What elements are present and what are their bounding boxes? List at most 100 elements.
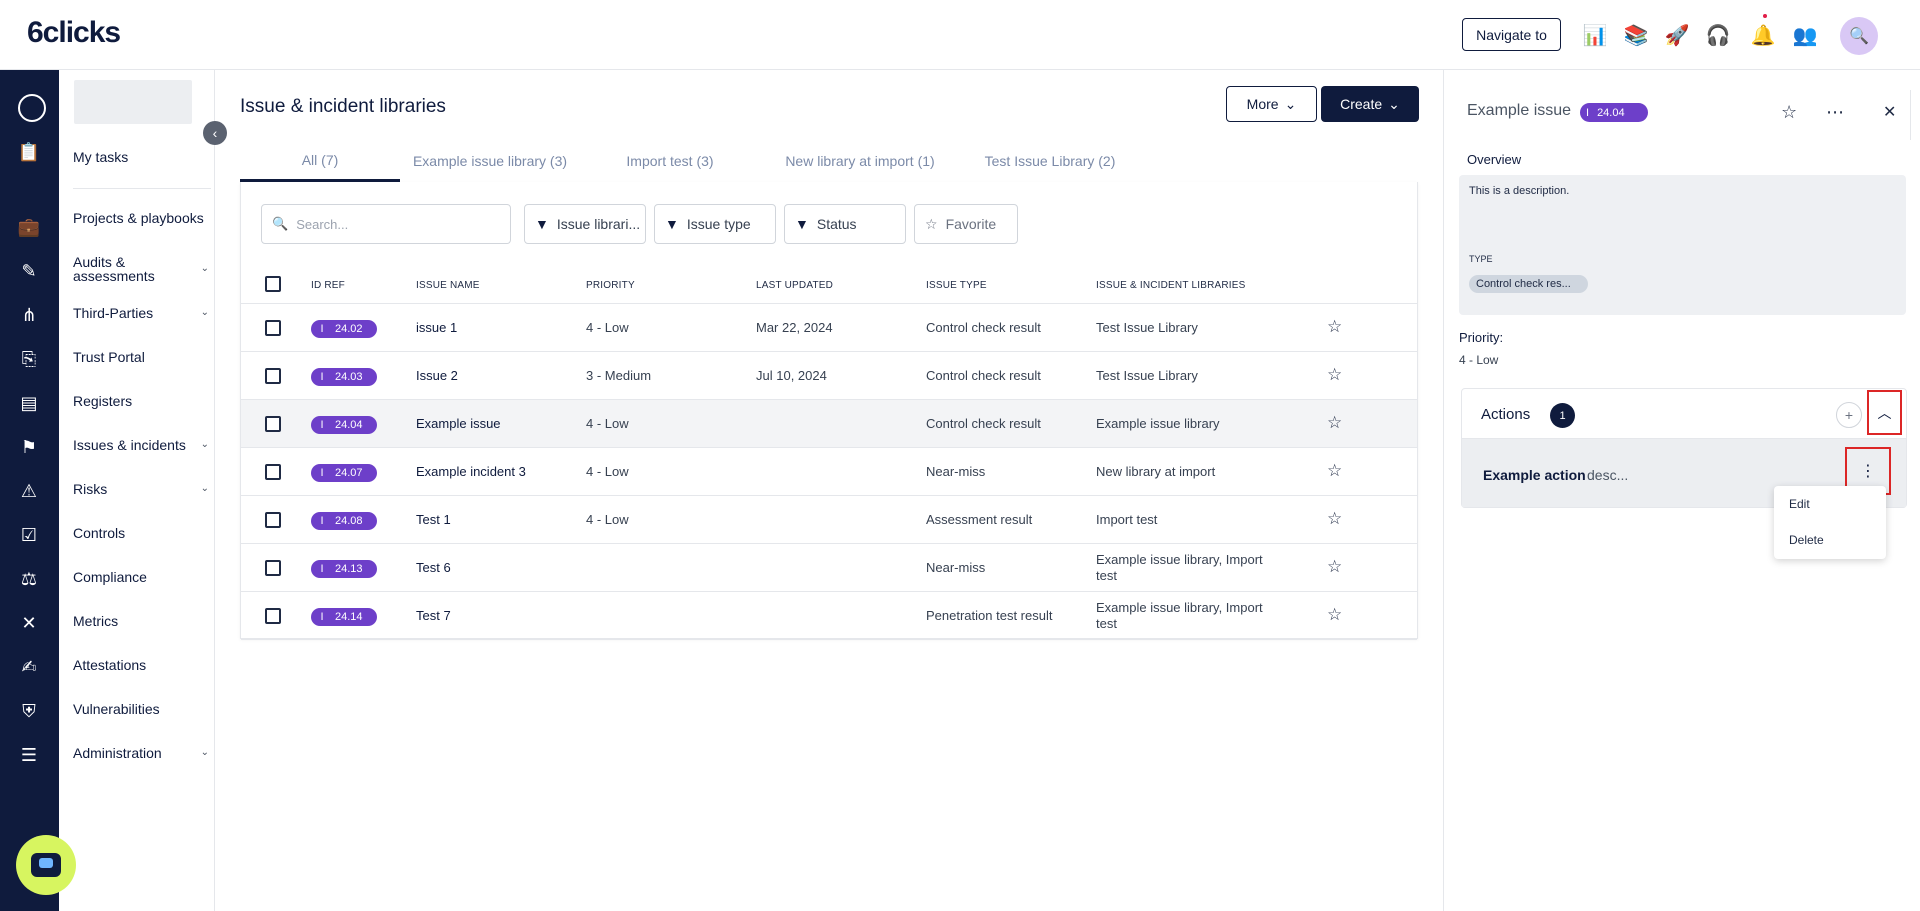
chart-icon[interactable]: 📊 <box>1582 22 1608 48</box>
tab-new-library-at-import[interactable]: New library at import (1) <box>775 140 945 182</box>
table-row[interactable]: I 24.04 Example issue 4 - Low Control che… <box>241 400 1417 448</box>
column-last-updated[interactable]: LAST UPDATED <box>756 280 833 291</box>
table-row[interactable]: I 24.14 Test 7 Penetration test result Ex… <box>241 592 1417 640</box>
issue-name[interactable]: Example issue <box>416 416 501 432</box>
clipboard-icon[interactable]: 📋 <box>16 139 42 165</box>
favorite-star-icon[interactable]: ☆ <box>1327 317 1342 337</box>
select-all-checkbox[interactable] <box>265 276 281 292</box>
library-icon[interactable]: 📚 <box>1623 22 1649 48</box>
table-row[interactable]: I 24.03 Issue 2 3 - Medium Jul 10, 2024 C… <box>241 352 1417 400</box>
app-logo[interactable]: 6clicks <box>27 16 121 50</box>
attestation-icon[interactable]: ✍ <box>16 654 42 680</box>
sidebar-item-projects[interactable]: Projects & playbooks <box>73 211 213 225</box>
tab-test-issue-library[interactable]: Test Issue Library (2) <box>975 140 1125 182</box>
control-icon[interactable]: ☑ <box>16 522 42 548</box>
kebab-menu-icon: ⋮ <box>1860 463 1876 480</box>
navigate-to-button[interactable]: Navigate to <box>1462 18 1561 51</box>
library-tabs: All (7) Example issue library (3) Import… <box>240 140 1418 182</box>
avatar[interactable]: 🔍 <box>1840 17 1878 55</box>
issue-name[interactable]: Test 1 <box>416 512 451 528</box>
edit-icon[interactable]: ✎ <box>16 258 42 284</box>
favorite-filter-button[interactable]: ☆ Favorite <box>914 204 1018 244</box>
row-checkbox[interactable] <box>265 464 281 480</box>
favorite-star-icon[interactable]: ☆ <box>1327 557 1342 577</box>
sidebar-item-third-parties[interactable]: Third-Parties ⌄ <box>73 306 213 320</box>
filter-issue-libraries[interactable]: ▼ Issue librari... <box>524 204 646 244</box>
briefcase-icon[interactable]: 💼 <box>16 214 42 240</box>
bell-icon[interactable]: 🔔 <box>1750 22 1776 48</box>
row-checkbox[interactable] <box>265 512 281 528</box>
table-row[interactable]: I 24.07 Example incident 3 4 - Low Near-m… <box>241 448 1417 496</box>
issue-type: Control check result <box>926 368 1041 383</box>
issue-name[interactable]: Example incident 3 <box>416 464 526 480</box>
actions-header: Actions 1 + ︿ <box>1462 389 1906 439</box>
column-priority[interactable]: PRIORITY <box>586 280 635 291</box>
collapse-actions-button[interactable]: ︿ <box>1867 390 1902 435</box>
column-id-ref[interactable]: ID REF <box>311 280 345 291</box>
sidebar-item-trust-portal[interactable]: Trust Portal <box>73 350 213 364</box>
favorite-star-icon[interactable]: ☆ <box>1327 413 1342 433</box>
tab-all[interactable]: All (7) <box>240 140 400 182</box>
create-button[interactable]: Create ⌄ <box>1321 86 1419 122</box>
more-options-icon[interactable]: ⋯ <box>1826 102 1844 123</box>
column-issue-name[interactable]: ISSUE NAME <box>416 280 480 291</box>
row-checkbox[interactable] <box>265 368 281 384</box>
users-settings-icon[interactable]: 👥 <box>1792 22 1818 48</box>
favorite-star-icon[interactable]: ☆ <box>1327 365 1342 385</box>
shield-icon[interactable]: ⛨ <box>16 698 42 724</box>
issue-name[interactable]: Issue 2 <box>416 368 458 384</box>
row-checkbox[interactable] <box>265 608 281 624</box>
support-icon[interactable]: 🎧 <box>1705 22 1731 48</box>
register-icon[interactable]: ▤ <box>16 390 42 416</box>
metrics-icon[interactable]: ✕ <box>16 610 42 636</box>
favorite-star-icon[interactable]: ☆ <box>1327 605 1342 625</box>
row-checkbox[interactable] <box>265 416 281 432</box>
sidebar-item-vulnerabilities[interactable]: Vulnerabilities <box>73 702 213 716</box>
issue-name[interactable]: issue 1 <box>416 320 457 336</box>
row-checkbox[interactable] <box>265 560 281 576</box>
portal-icon[interactable]: ⎘ <box>16 346 42 372</box>
issue-icon[interactable]: ⚑ <box>16 434 42 460</box>
menu-item-delete[interactable]: Delete <box>1789 533 1824 547</box>
sidebar-item-risks[interactable]: Risks ⌄ <box>73 482 213 496</box>
sidebar-item-administration[interactable]: Administration ⌄ <box>73 746 213 760</box>
sliders-icon[interactable]: ☰ <box>16 742 42 768</box>
more-button[interactable]: More ⌄ <box>1226 86 1317 122</box>
sidebar-item-compliance[interactable]: Compliance <box>73 570 213 584</box>
collapse-sidebar-button[interactable]: ‹ <box>203 121 227 145</box>
close-icon[interactable]: ✕ <box>1883 102 1896 122</box>
table-row[interactable]: I 24.13 Test 6 Near-miss Example issue li… <box>241 544 1417 592</box>
add-action-button[interactable]: + <box>1836 402 1862 428</box>
chevron-down-icon: ⌄ <box>200 307 209 318</box>
network-icon[interactable]: ⋔ <box>16 302 42 328</box>
tab-import-test[interactable]: Import test (3) <box>610 140 730 182</box>
user-circle-icon[interactable] <box>18 94 46 122</box>
filter-status[interactable]: ▼ Status <box>784 204 906 244</box>
issue-name[interactable]: Test 6 <box>416 560 451 576</box>
column-libraries[interactable]: ISSUE & INCIDENT LIBRARIES <box>1096 280 1246 291</box>
favorite-star-icon[interactable]: ☆ <box>1327 461 1342 481</box>
compliance-icon[interactable]: ⚖ <box>16 566 42 592</box>
warning-icon[interactable]: ⚠ <box>16 478 42 504</box>
chat-launcher-button[interactable] <box>16 835 76 895</box>
sidebar-item-metrics[interactable]: Metrics <box>73 614 213 628</box>
table-row[interactable]: I 24.02 issue 1 4 - Low Mar 22, 2024 Cont… <box>241 304 1417 352</box>
menu-item-edit[interactable]: Edit <box>1789 497 1810 511</box>
issue-name[interactable]: Test 7 <box>416 608 451 624</box>
sidebar-item-audits[interactable]: Audits & assessments ⌄ <box>73 255 213 283</box>
sidebar-item-attestations[interactable]: Attestations <box>73 658 213 672</box>
search-input[interactable]: 🔍 Search... <box>261 204 511 244</box>
sidebar-item-controls[interactable]: Controls <box>73 526 213 540</box>
rocket-icon[interactable]: 🚀 <box>1664 22 1690 48</box>
tab-example-issue-library[interactable]: Example issue library (3) <box>410 140 570 182</box>
column-issue-type[interactable]: ISSUE TYPE <box>926 280 987 291</box>
sidebar-item-registers[interactable]: Registers <box>73 394 213 408</box>
filter-issue-type[interactable]: ▼ Issue type <box>654 204 776 244</box>
sidebar-item-my-tasks[interactable]: My tasks <box>73 150 213 164</box>
favorite-star-icon[interactable]: ☆ <box>1327 509 1342 529</box>
table-row[interactable]: I 24.08 Test 1 4 - Low Assessment result … <box>241 496 1417 544</box>
row-checkbox[interactable] <box>265 320 281 336</box>
sidebar-item-issues[interactable]: Issues & incidents ⌄ <box>73 438 213 452</box>
favorite-star-icon[interactable]: ☆ <box>1781 102 1797 123</box>
action-name[interactable]: Example action <box>1483 467 1586 483</box>
